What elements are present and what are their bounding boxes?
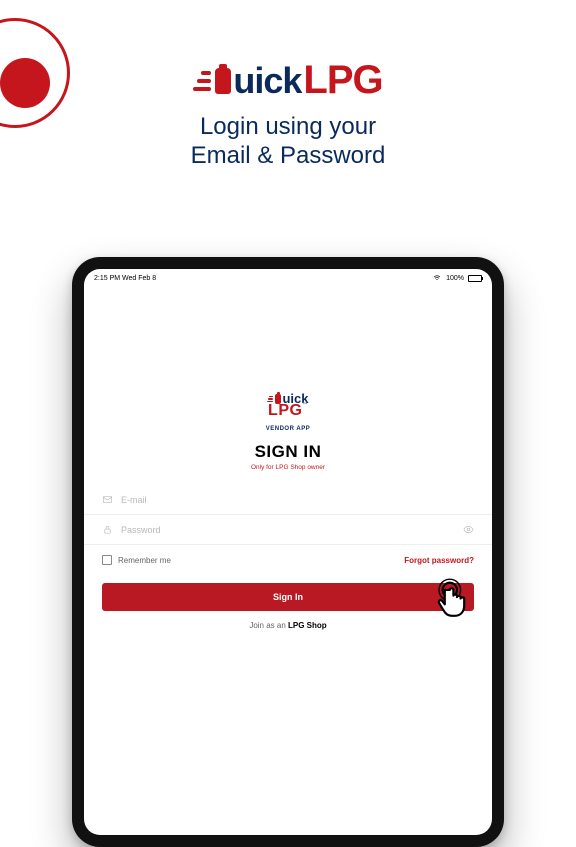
tagline: Login using your Email & Password [0, 113, 576, 171]
cylinder-icon [215, 68, 231, 94]
status-bar: 2:15 PM Wed Feb 8 100% [84, 269, 492, 284]
speed-lines-icon [267, 396, 273, 403]
battery-icon [468, 275, 482, 282]
vendor-app-label: VENDOR APP [266, 426, 310, 432]
logo-quick-text: uick [233, 60, 301, 102]
brand-badge-dot [0, 58, 50, 108]
options-row: Remember me Forgot password? [84, 545, 492, 575]
mini-lpg-text: LPG™ [267, 402, 308, 420]
signin-title: SIGN IN [255, 442, 322, 462]
join-prefix: Join as an [249, 621, 288, 630]
email-input[interactable] [121, 495, 474, 505]
mail-icon [102, 494, 113, 505]
app-logo: uick LPG™ [267, 384, 308, 420]
password-input[interactable] [121, 525, 455, 535]
lock-icon [102, 524, 113, 535]
wifi-icon [432, 274, 442, 282]
password-field-row[interactable] [84, 515, 492, 545]
trademark-icon: ™ [302, 402, 308, 408]
login-panel: uick LPG™ VENDOR APP SIGN IN Only for LP… [84, 284, 492, 835]
forgot-password-link[interactable]: Forgot password? [404, 556, 474, 565]
join-bold: LPG Shop [288, 621, 327, 630]
signin-button-label: Sign In [273, 592, 303, 602]
tagline-line1: Login using your [0, 113, 576, 142]
remember-checkbox[interactable] [102, 555, 112, 565]
tagline-line2: Email & Password [0, 142, 576, 171]
eye-icon[interactable] [463, 524, 474, 535]
signin-form: Remember me Forgot password? Sign In Joi… [84, 485, 492, 630]
ipad-frame: 2:15 PM Wed Feb 8 100% uick [72, 257, 504, 847]
brand-badge [0, 18, 70, 128]
speed-lines-icon [193, 71, 211, 91]
email-field-row[interactable] [84, 485, 492, 515]
status-time: 2:15 PM Wed Feb 8 [94, 275, 156, 282]
logo-lpg-text: LPG [303, 58, 382, 103]
join-link[interactable]: Join as an LPG Shop [84, 621, 492, 630]
remember-me[interactable]: Remember me [102, 555, 171, 565]
cylinder-icon [275, 394, 281, 404]
remember-label: Remember me [118, 556, 171, 565]
status-battery-pct: 100% [446, 275, 464, 282]
main-logo: uick LPG [0, 58, 576, 103]
ipad-screen: 2:15 PM Wed Feb 8 100% uick [84, 269, 492, 835]
signin-button[interactable]: Sign In [102, 583, 474, 611]
signin-subtitle: Only for LPG Shop owner [251, 464, 325, 471]
tap-hand-icon [434, 577, 480, 623]
